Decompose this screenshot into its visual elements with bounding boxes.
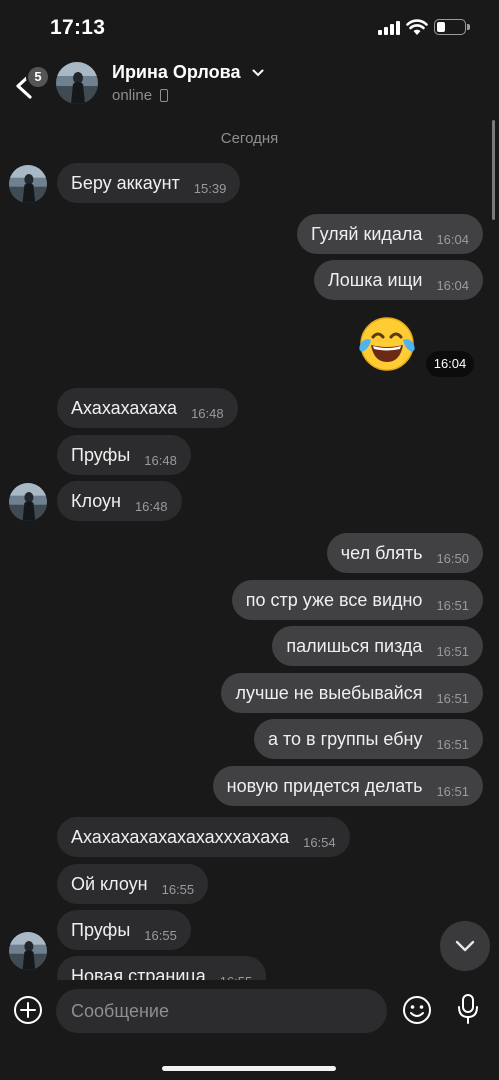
message-time: 16:48 [134,498,168,514]
wifi-icon [406,19,428,35]
contact-status: online [112,87,153,104]
message-text: а то в группы ебну [267,728,423,749]
message-text: Лошка ищи [327,269,423,290]
message-text: Пруфы [71,444,131,465]
message-time: 16:51 [436,690,469,706]
message-bubble-outgoing[interactable]: Лошка ищи 16:04 [313,260,483,300]
message-text: чел блять [340,542,423,563]
chat-screen: 17:13 5 Ирина Орлова online Сегодня Беру… [0,0,499,1080]
message-time: 16:55 [161,881,195,897]
message-text: Пруфы [71,919,131,940]
message-text: Беру аккаунт [71,172,180,193]
message-time: 16:51 [436,643,469,659]
chevron-down-icon [455,940,475,952]
message-input-bar [0,980,499,1080]
message-bubble-outgoing[interactable]: новую придется делать 16:51 [212,766,483,806]
message-time: 16:51 [436,736,469,752]
status-time: 17:13 [50,16,106,39]
message-time: 16:51 [436,783,469,799]
contact-name[interactable]: Ирина Орлова [112,62,240,83]
chat-header: 5 Ирина Орлова online [0,56,499,116]
message-bubble-outgoing[interactable]: лучше не выебывайся 16:51 [221,673,483,713]
message-input[interactable] [56,989,387,1033]
message-bubble-incoming[interactable]: Ахахахахахахахахххахаха 16:54 [57,817,350,857]
message-time: 16:48 [191,405,224,421]
sender-avatar[interactable] [9,165,47,203]
microphone-icon[interactable] [456,993,480,1025]
day-separator: Сегодня [220,130,279,147]
sender-avatar[interactable] [9,932,47,970]
message-bubble-incoming[interactable]: Пруфы 16:55 [57,910,191,950]
message-time: 16:04 [426,351,474,377]
sender-avatar[interactable] [9,483,47,521]
message-time: 16:55 [144,927,177,943]
message-bubble-incoming[interactable]: Клоун 16:48 [57,481,182,521]
message-text: Клоун [71,490,121,511]
battery-level [437,22,445,32]
home-indicator[interactable] [162,1066,336,1071]
back-button[interactable]: 5 [8,62,50,106]
message-bubble-incoming[interactable]: Беру аккаунт 15:39 [57,163,241,203]
face-with-tears-of-joy-icon[interactable] [358,315,416,373]
scrollbar[interactable] [492,120,495,220]
unread-count-badge: 5 [26,65,50,89]
message-text: Ахахахахахахахахххахаха [71,826,290,847]
message-text: Ахахахахаха [71,397,178,418]
battery-icon [434,19,470,35]
message-bubble-incoming[interactable]: Ахахахахаха 16:48 [57,388,238,428]
plus-circle-icon[interactable] [13,995,43,1025]
message-time: 16:51 [436,597,469,613]
message-bubble-outgoing[interactable]: по стр уже все видно 16:51 [231,580,483,620]
message-text: Гуляй кидала [311,223,423,244]
contact-avatar[interactable] [56,62,98,104]
message-bubble-outgoing[interactable]: а то в группы ебну 16:51 [253,719,483,759]
message-bubble-outgoing[interactable]: Гуляй кидала 16:04 [297,214,483,254]
message-text: лучше не выебывайся [235,682,423,703]
status-bar: 17:13 [0,0,499,56]
mobile-device-icon [160,89,168,102]
scroll-down-button[interactable] [440,921,490,971]
message-bubble-outgoing[interactable]: палишься пизда 16:51 [272,626,483,666]
chevron-down-icon[interactable] [252,69,264,77]
message-time: 15:39 [193,180,227,196]
message-time: 16:50 [436,550,469,566]
message-text: новую придется делать [226,775,423,796]
message-bubble-outgoing[interactable]: чел блять 16:50 [326,533,483,573]
message-bubble-incoming[interactable]: Пруфы 16:48 [57,435,191,475]
message-time: 16:54 [303,834,336,850]
message-time: 16:48 [144,452,177,468]
message-bubble-incoming[interactable]: Ой клоун 16:55 [57,864,209,904]
message-time: 16:04 [436,277,469,293]
smiley-icon[interactable] [402,995,432,1025]
cellular-signal-icon [378,21,400,35]
message-text: палишься пизда [286,635,423,656]
message-text: по стр уже все видно [245,589,423,610]
message-text: Ой клоун [71,873,148,894]
message-time: 16:04 [436,231,469,247]
